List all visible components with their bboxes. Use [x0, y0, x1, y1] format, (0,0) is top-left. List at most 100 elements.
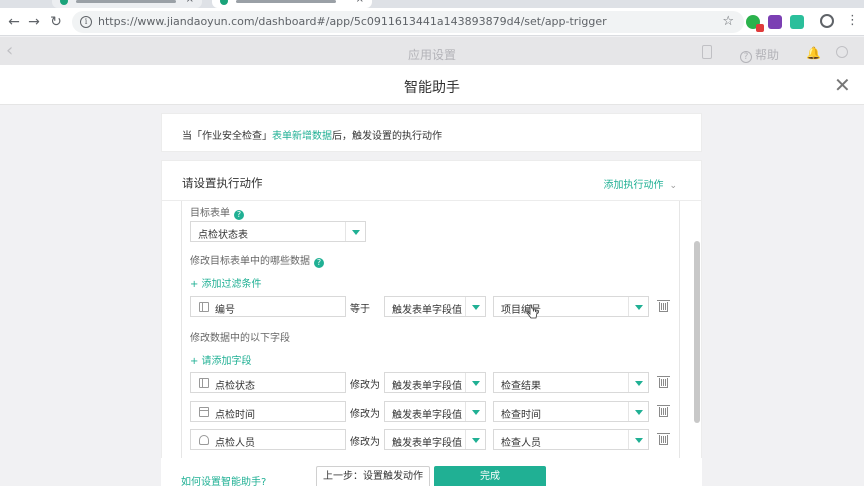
app-header: ‹ 应用设置 ? 帮助 🔔: [0, 37, 864, 65]
filter-source-type-select[interactable]: 触发表单字段值: [384, 296, 486, 317]
close-tab-icon[interactable]: ×: [356, 0, 364, 5]
app-header-title: 应用设置: [407, 48, 456, 62]
update-source-type: 触发表单字段值: [392, 381, 462, 392]
dropdown-caret-icon[interactable]: [628, 402, 648, 421]
action-panel-title: 请设置执行动作: [182, 176, 263, 190]
browser-menu-icon[interactable]: ⋮: [846, 14, 859, 28]
delete-trash-icon[interactable]: [657, 405, 670, 417]
close-icon[interactable]: ✕: [834, 73, 851, 97]
update-source-type-select[interactable]: 触发表单字段值: [384, 401, 486, 422]
trigger-suffix: 后，触发设置的执行动作: [332, 131, 442, 142]
update-operator: 修改为: [350, 380, 380, 391]
modal-footer: 如何设置智能助手? 上一步：设置触发动作 完成: [161, 458, 702, 486]
update-source-field-select[interactable]: 检查时间: [493, 401, 649, 422]
update-field-value: 点检人员: [215, 438, 255, 449]
action-panel-header: 请设置执行动作 添加执行动作 ⌄: [162, 161, 701, 201]
update-source-type: 触发表单字段值: [392, 438, 462, 449]
favicon-icon: [60, 0, 68, 5]
tab-title: [76, 0, 176, 3]
trigger-event: 表单新增数据: [272, 131, 332, 142]
update-source-field: 检查人员: [501, 438, 541, 449]
mobile-preview-icon[interactable]: [702, 45, 712, 59]
update-source-field: 检查结果: [501, 381, 541, 392]
dropdown-caret-icon[interactable]: [465, 373, 485, 392]
help-link[interactable]: ? 帮助: [740, 46, 779, 63]
dropdown-caret-icon[interactable]: [628, 297, 648, 316]
dropdown-caret-icon[interactable]: [345, 222, 365, 241]
prev-step-button[interactable]: 上一步：设置触发动作: [316, 466, 430, 486]
dropdown-caret-icon[interactable]: [465, 402, 485, 421]
profile-avatar-icon[interactable]: [820, 14, 834, 28]
modal-header: 智能助手 ✕: [0, 65, 864, 105]
browser-tab-active[interactable]: ×: [212, 0, 372, 8]
mouse-pointer-icon: [527, 304, 538, 319]
delete-trash-icon[interactable]: [657, 300, 670, 312]
modal-title: 智能助手: [404, 80, 460, 96]
add-field-button[interactable]: + 请添加字段: [190, 352, 252, 367]
dropdown-caret-icon[interactable]: [465, 297, 485, 316]
trigger-prefix: 当「作业安全检查」: [182, 131, 272, 142]
browser-toolbar: ← → ↻ i https://www.jiandaoyun.com/dashb…: [0, 8, 864, 36]
filter-operator: 等于: [350, 304, 370, 315]
filter-field[interactable]: 编号: [190, 296, 346, 317]
extension-purple-icon[interactable]: [768, 15, 782, 29]
update-source-type-select[interactable]: 触发表单字段值: [384, 372, 486, 393]
close-tab-icon[interactable]: ×: [186, 0, 194, 5]
help-guide-link[interactable]: 如何设置智能助手?: [181, 473, 266, 486]
help-label: 帮助: [755, 48, 780, 62]
target-form-value: 点检状态表: [198, 230, 248, 241]
browser-tab[interactable]: ×: [52, 0, 202, 8]
tab-title: [236, 0, 336, 3]
extension-teal-icon[interactable]: [790, 15, 804, 29]
filter-source-field-select[interactable]: 项目编号: [493, 296, 649, 317]
update-source-field-select[interactable]: 检查结果: [493, 372, 649, 393]
text-field-icon: [199, 302, 209, 312]
action-panel: 请设置执行动作 添加执行动作 ⌄ 目标表单? 点检状态表 修改目标表单中的哪些数据…: [161, 160, 702, 486]
reload-icon[interactable]: ↻: [46, 12, 66, 32]
address-bar[interactable]: i https://www.jiandaoyun.com/dashboard#/…: [72, 11, 744, 33]
update-field-value: 点检状态: [215, 381, 255, 392]
filter-section-label: 修改目标表单中的哪些数据?: [190, 252, 324, 268]
text-field-icon: [199, 378, 209, 388]
member-field-icon: [199, 435, 209, 445]
update-source-field-select[interactable]: 检查人员: [493, 429, 649, 450]
chevron-down-icon: ⌄: [669, 181, 677, 191]
scrollbar-thumb[interactable]: [694, 241, 700, 423]
favicon-icon: [220, 0, 228, 5]
update-operator: 修改为: [350, 437, 380, 448]
notification-bell-icon[interactable]: 🔔: [806, 46, 821, 60]
url-text[interactable]: https://www.jiandaoyun.com/dashboard#/ap…: [98, 15, 607, 28]
bookmark-star-icon[interactable]: ☆: [722, 14, 734, 29]
done-button[interactable]: 完成: [434, 466, 546, 486]
back-arrow-icon[interactable]: ←: [4, 12, 24, 32]
update-source-type-select[interactable]: 触发表单字段值: [384, 429, 486, 450]
user-icon[interactable]: [836, 46, 848, 58]
target-form-select[interactable]: 点检状态表: [190, 221, 366, 242]
question-icon[interactable]: ?: [234, 210, 244, 220]
dropdown-caret-icon[interactable]: [628, 430, 648, 449]
date-field-icon: [199, 407, 209, 417]
add-filter-button[interactable]: + 添加过滤条件: [190, 275, 262, 290]
update-field-value: 点检时间: [215, 410, 255, 421]
site-info-icon[interactable]: i: [80, 16, 92, 28]
update-field[interactable]: 点检状态: [190, 372, 346, 393]
update-operator: 修改为: [350, 409, 380, 420]
add-action-label: 添加执行动作: [603, 180, 664, 191]
browser-tab-strip: × ×: [0, 0, 864, 8]
dropdown-caret-icon[interactable]: [465, 430, 485, 449]
filter-field-value: 编号: [215, 305, 235, 316]
update-source-type: 触发表单字段值: [392, 410, 462, 421]
dropdown-caret-icon[interactable]: [628, 373, 648, 392]
update-field[interactable]: 点检人员: [190, 429, 346, 450]
add-action-button[interactable]: 添加执行动作 ⌄: [603, 176, 677, 191]
filter-source-type: 触发表单字段值: [392, 305, 462, 316]
update-field[interactable]: 点检时间: [190, 401, 346, 422]
delete-trash-icon[interactable]: [657, 433, 670, 445]
extension-badge: [756, 24, 764, 32]
delete-trash-icon[interactable]: [657, 376, 670, 388]
target-form-label: 目标表单?: [190, 204, 244, 220]
help-icon: ?: [740, 51, 752, 63]
question-icon[interactable]: ?: [314, 258, 324, 268]
forward-arrow-icon[interactable]: →: [24, 12, 44, 32]
extension-wechat-icon[interactable]: [746, 15, 764, 32]
